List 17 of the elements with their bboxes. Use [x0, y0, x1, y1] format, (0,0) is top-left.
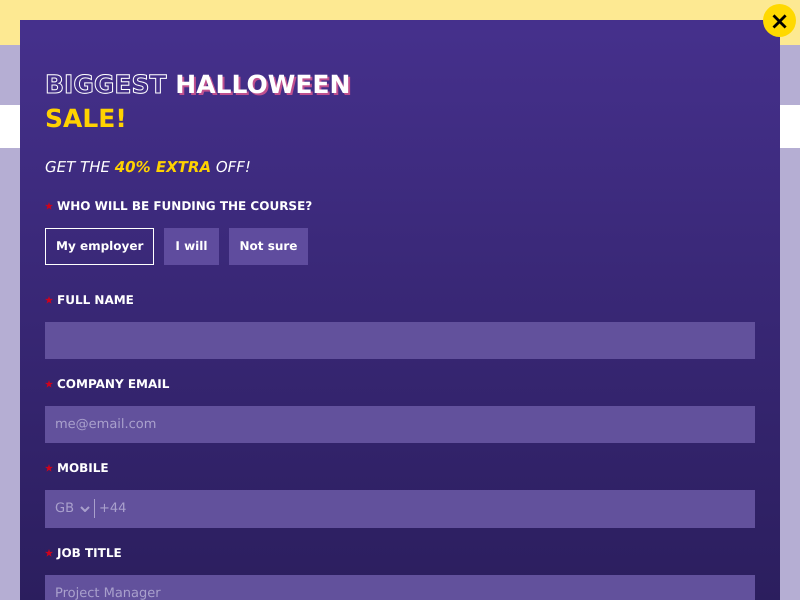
text-input[interactable]: Project Manager — [45, 574, 755, 600]
heading-outline-text: BIGGEST — [45, 70, 167, 99]
chevron-down-icon — [80, 506, 90, 512]
text-input[interactable]: me@email.com — [45, 406, 755, 442]
funding-option-button[interactable]: Not sure — [228, 228, 308, 264]
field-label: FULL NAME — [57, 292, 134, 308]
field-label: MOBILE — [57, 460, 109, 476]
text-input[interactable] — [45, 322, 755, 358]
funding-option-button[interactable]: I will — [164, 228, 218, 264]
phone-input[interactable]: +44 — [99, 498, 745, 518]
field-label: JOB TITLE — [57, 544, 122, 562]
subtitle: GET THE 40% EXTRA OFF! — [45, 157, 252, 178]
field-label: WHO WILL BE FUNDING THE COURSE? — [57, 198, 312, 214]
heading-accent-text: SALE! — [45, 103, 128, 135]
funding-option-button[interactable]: My employer — [45, 228, 154, 264]
field-label: COMPANY EMAIL — [57, 376, 170, 392]
heading-text: HALLOWEEN — [175, 70, 350, 99]
